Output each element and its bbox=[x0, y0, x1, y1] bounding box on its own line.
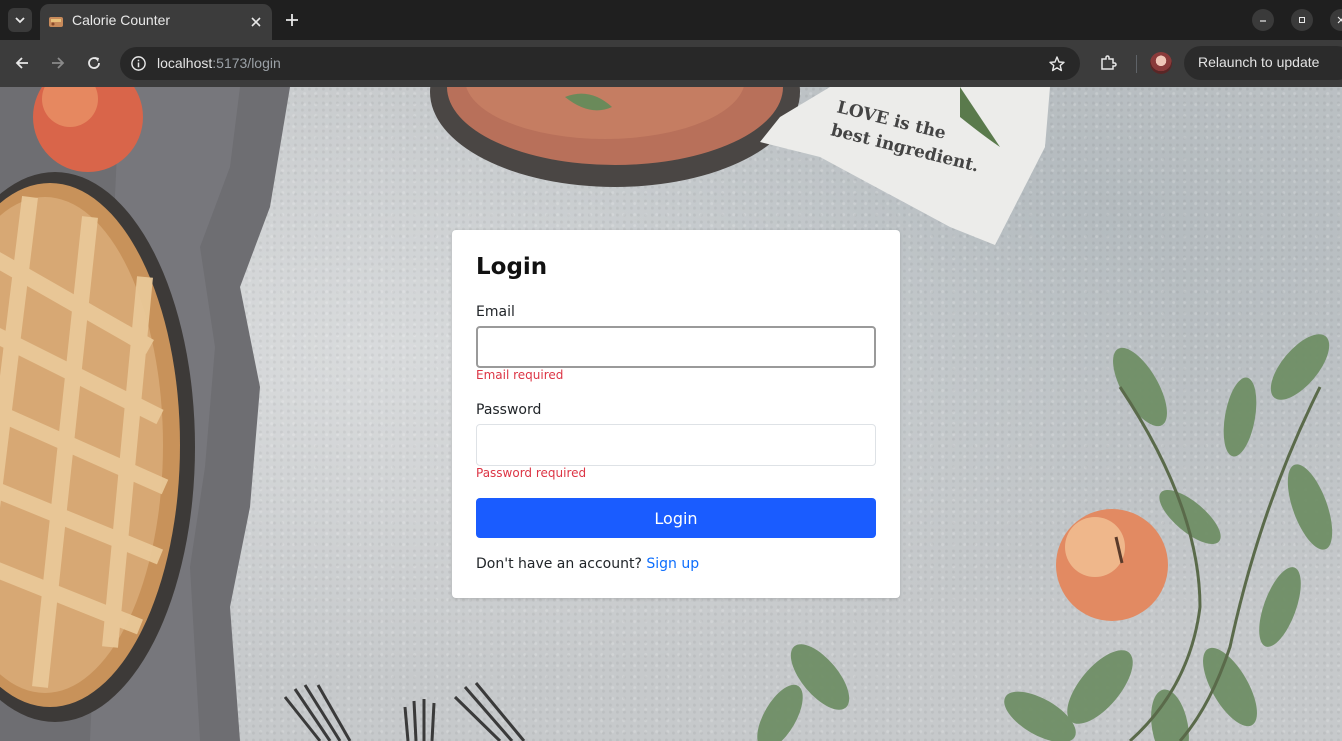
signup-prompt-text: Don't have an account? bbox=[476, 556, 642, 572]
restore-icon[interactable] bbox=[1291, 9, 1313, 31]
food-favicon-icon bbox=[49, 17, 63, 27]
email-field[interactable] bbox=[476, 326, 876, 368]
forks bbox=[283, 682, 526, 741]
url-text: localhost:5173/login bbox=[157, 55, 281, 71]
extensions-puzzle-icon[interactable] bbox=[1096, 51, 1120, 75]
site-info-icon[interactable] bbox=[130, 55, 147, 72]
relaunch-button[interactable]: Relaunch to update bbox=[1184, 46, 1342, 80]
minimize-icon[interactable] bbox=[1252, 9, 1274, 31]
tab-calorie-counter[interactable]: Calorie Counter bbox=[40, 4, 272, 40]
profile-avatar[interactable] bbox=[1150, 52, 1172, 74]
password-label: Password bbox=[476, 402, 542, 418]
address-bar[interactable]: localhost:5173/login bbox=[120, 47, 1080, 80]
email-error: Email required bbox=[476, 368, 564, 382]
toolbar-divider bbox=[1136, 55, 1137, 73]
password-field[interactable] bbox=[476, 424, 876, 466]
password-error: Password required bbox=[476, 466, 587, 480]
signup-link[interactable]: Sign up bbox=[646, 556, 699, 572]
login-card: Login Email Email required Password Pass… bbox=[452, 230, 900, 598]
signup-prompt: Don't have an account? Sign up bbox=[476, 556, 699, 572]
page-title: Login bbox=[476, 254, 548, 280]
chevron-down-icon bbox=[15, 17, 25, 24]
tab-bar: Calorie Counter bbox=[0, 0, 1342, 40]
page-background: LOVE is the best ingredient. Login Email… bbox=[0, 87, 1342, 741]
tab-title: Calorie Counter bbox=[72, 12, 171, 28]
close-tab-icon[interactable] bbox=[248, 14, 264, 30]
forward-arrow-icon[interactable] bbox=[46, 51, 70, 75]
back-arrow-icon[interactable] bbox=[10, 51, 34, 75]
tab-search-button[interactable] bbox=[8, 8, 32, 32]
bookmark-star-icon[interactable] bbox=[1048, 55, 1066, 73]
new-tab-icon[interactable] bbox=[282, 10, 302, 30]
close-window-icon[interactable] bbox=[1330, 9, 1342, 31]
browser-toolbar: localhost:5173/login Relaunch to update bbox=[0, 40, 1342, 87]
login-button[interactable]: Login bbox=[476, 498, 876, 538]
email-label: Email bbox=[476, 304, 515, 320]
reload-icon[interactable] bbox=[82, 51, 106, 75]
